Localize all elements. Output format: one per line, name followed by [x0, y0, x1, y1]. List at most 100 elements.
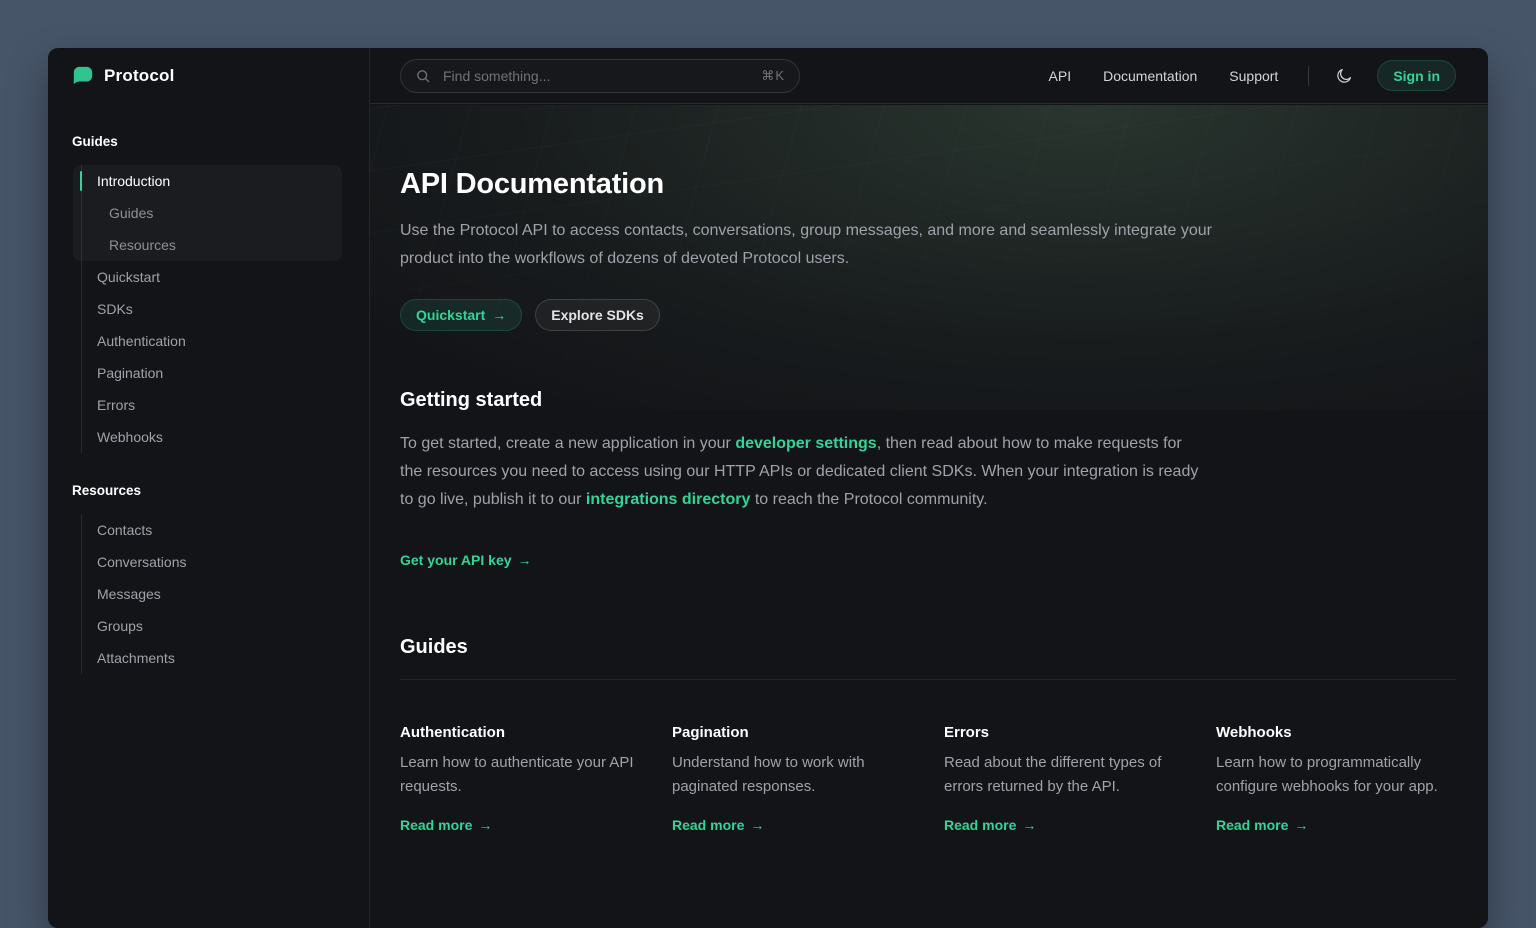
guides-grid: Authentication Learn how to authenticate…: [400, 724, 1456, 835]
card-title: Authentication: [400, 724, 640, 741]
read-more-label: Read more: [672, 817, 744, 833]
sidebar: Protocol Guides Introduction Guides: [48, 48, 370, 928]
sidebar-link[interactable]: Messages: [72, 586, 345, 602]
top-header: ⌘K API Documentation Support Sign in: [370, 48, 1488, 104]
body-text: to reach the Protocol community.: [750, 491, 987, 508]
guide-card-errors: Errors Read about the different types of…: [944, 724, 1184, 835]
nav-link-documentation[interactable]: Documentation: [1103, 68, 1197, 84]
sidebar-item-introduction-resources[interactable]: Resources: [72, 229, 345, 261]
sidebar-item-contacts[interactable]: Contacts: [72, 514, 345, 546]
sidebar-link[interactable]: Pagination: [72, 365, 345, 381]
explore-sdks-button[interactable]: Explore SDKs: [535, 299, 660, 331]
sidebar-link[interactable]: Contacts: [72, 522, 345, 538]
nav-group-resources: Resources Contacts Conversations Message…: [72, 483, 345, 674]
hero-actions: Quickstart → Explore SDKs: [400, 299, 1456, 331]
sidebar-item-webhooks[interactable]: Webhooks: [72, 421, 345, 453]
card-description: Learn how to programmatically configure …: [1216, 751, 1456, 799]
card-title: Webhooks: [1216, 724, 1456, 741]
nav-group-guides: Guides Introduction Guides Resources: [72, 134, 345, 453]
sidebar-link[interactable]: Webhooks: [72, 429, 345, 445]
quickstart-button-label: Quickstart: [416, 307, 485, 323]
search-box[interactable]: ⌘K: [400, 59, 800, 93]
developer-settings-link[interactable]: developer settings: [735, 435, 876, 452]
getting-started-body: To get started, create a new application…: [400, 430, 1200, 514]
read-more-link[interactable]: Read more →: [400, 817, 492, 833]
card-title: Pagination: [672, 724, 912, 741]
sidebar-link[interactable]: SDKs: [72, 301, 345, 317]
read-more-link[interactable]: Read more →: [672, 817, 764, 833]
search-shortcut: ⌘K: [761, 68, 785, 84]
sidebar-item-introduction[interactable]: Introduction: [72, 165, 345, 197]
sidebar-sublink[interactable]: Resources: [72, 237, 345, 253]
sidebar-sublink[interactable]: Guides: [72, 205, 345, 221]
read-more-label: Read more: [400, 817, 472, 833]
nav-section-title: Guides: [72, 134, 345, 149]
page-description: Use the Protocol API to access contacts,…: [400, 217, 1232, 273]
card-description: Learn how to authenticate your API reque…: [400, 751, 640, 799]
sign-in-button[interactable]: Sign in: [1377, 60, 1456, 91]
sidebar-item-messages[interactable]: Messages: [72, 578, 345, 610]
card-description: Read about the different types of errors…: [944, 751, 1184, 799]
arrow-right-icon: →: [478, 817, 492, 833]
explore-sdks-button-label: Explore SDKs: [551, 307, 644, 323]
get-api-key-label: Get your API key: [400, 552, 512, 568]
sidebar-link[interactable]: Groups: [72, 618, 345, 634]
body-text: To get started, create a new application…: [400, 435, 735, 452]
sidebar-item-groups[interactable]: Groups: [72, 610, 345, 642]
guides-section: Guides Authentication Learn how to authe…: [400, 636, 1456, 835]
guides-title: Guides: [400, 636, 1456, 659]
top-nav: API Documentation Support Sign in: [1049, 60, 1456, 91]
arrow-right-icon: →: [1294, 817, 1308, 833]
arrow-right-icon: →: [492, 307, 506, 323]
sidebar-item-authentication[interactable]: Authentication: [72, 325, 345, 357]
theme-toggle-button[interactable]: [1331, 63, 1357, 89]
arrow-right-icon: →: [750, 817, 764, 833]
nav-section-title: Resources: [72, 483, 345, 498]
quickstart-button[interactable]: Quickstart →: [400, 299, 522, 331]
guide-card-authentication: Authentication Learn how to authenticate…: [400, 724, 640, 835]
page-content: API Documentation Use the Protocol API t…: [370, 104, 1488, 928]
sidebar-item-attachments[interactable]: Attachments: [72, 642, 345, 674]
active-indicator: [80, 171, 82, 191]
read-more-link[interactable]: Read more →: [944, 817, 1036, 833]
sidebar-link[interactable]: Errors: [72, 397, 345, 413]
getting-started-section: Getting started To get started, create a…: [400, 389, 1456, 570]
card-title: Errors: [944, 724, 1184, 741]
arrow-right-icon: →: [518, 552, 532, 568]
read-more-label: Read more: [1216, 817, 1288, 833]
getting-started-title: Getting started: [400, 389, 1456, 412]
moon-icon: [1335, 67, 1353, 85]
read-more-label: Read more: [944, 817, 1016, 833]
get-api-key-link[interactable]: Get your API key →: [400, 552, 532, 568]
section-divider: [400, 679, 1456, 680]
guide-card-pagination: Pagination Understand how to work with p…: [672, 724, 912, 835]
header-divider: [1308, 66, 1309, 86]
app-window: Protocol Guides Introduction Guides: [48, 48, 1488, 928]
sidebar-link[interactable]: Attachments: [72, 650, 345, 666]
search-input[interactable]: [441, 67, 751, 85]
brand[interactable]: Protocol: [48, 48, 369, 104]
card-description: Understand how to work with paginated re…: [672, 751, 912, 799]
nav-link-api[interactable]: API: [1049, 68, 1072, 84]
integrations-directory-link[interactable]: integrations directory: [586, 491, 750, 508]
sidebar-item-sdks[interactable]: SDKs: [72, 293, 345, 325]
arrow-right-icon: →: [1022, 817, 1036, 833]
sidebar-link[interactable]: Quickstart: [72, 269, 345, 285]
sidebar-nav: Guides Introduction Guides Resources: [48, 104, 369, 674]
nav-link-support[interactable]: Support: [1229, 68, 1278, 84]
search-icon: [415, 68, 431, 84]
sidebar-link[interactable]: Conversations: [72, 554, 345, 570]
sidebar-item-conversations[interactable]: Conversations: [72, 546, 345, 578]
sidebar-item-errors[interactable]: Errors: [72, 389, 345, 421]
speech-bubble-icon: [72, 65, 94, 87]
sidebar-item-introduction-guides[interactable]: Guides: [72, 197, 345, 229]
sidebar-item-pagination[interactable]: Pagination: [72, 357, 345, 389]
sidebar-link[interactable]: Authentication: [72, 333, 345, 349]
page-title: API Documentation: [400, 168, 1456, 201]
sidebar-item-quickstart[interactable]: Quickstart: [72, 261, 345, 293]
brand-name: Protocol: [104, 66, 175, 86]
guide-card-webhooks: Webhooks Learn how to programmatically c…: [1216, 724, 1456, 835]
sidebar-link[interactable]: Introduction: [72, 173, 345, 189]
read-more-link[interactable]: Read more →: [1216, 817, 1308, 833]
main-area: ⌘K API Documentation Support Sign in: [370, 48, 1488, 928]
